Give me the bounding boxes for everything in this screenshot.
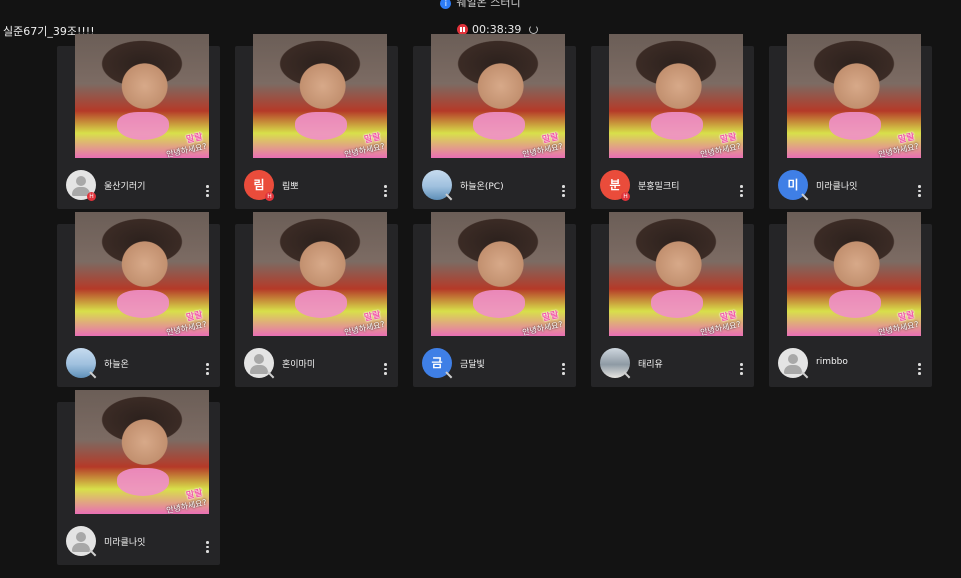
participant-tile[interactable]: 말랄 안녕하세요? 미 미라클나잇 <box>769 34 932 209</box>
mic-muted-icon <box>800 192 809 201</box>
participant-tile[interactable]: 말랄 안녕하세요? rimbbo <box>769 212 932 387</box>
mic-muted-icon <box>444 192 453 201</box>
host-badge-icon: H <box>87 192 96 201</box>
participant-name: 울산기러기 <box>104 182 146 192</box>
participant-video-image: 말랄 안녕하세요? <box>431 212 565 336</box>
more-options-icon[interactable] <box>206 541 209 554</box>
more-options-icon[interactable] <box>206 363 209 376</box>
bow-shape <box>473 112 525 140</box>
avatar-initial: 금 <box>431 356 443 370</box>
participant-name: 금달빛 <box>460 360 485 370</box>
window-title-text: 웨일온 스터디 <box>456 0 521 9</box>
avatar-initial: 분 <box>609 178 621 192</box>
bow-shape <box>295 290 347 318</box>
bow-shape <box>651 112 703 140</box>
participant-name: 하늘온(PC) <box>460 182 504 192</box>
participant-video-image: 말랄 안녕하세요? <box>75 34 209 158</box>
participant-tile[interactable]: 말랄 안녕하세요? 분 H 분홍밀크티 <box>591 34 754 209</box>
participant-video-image: 말랄 안녕하세요? <box>75 390 209 514</box>
bow-shape <box>829 112 881 140</box>
host-badge-icon: H <box>621 192 630 201</box>
participant-video-image: 말랄 안녕하세요? <box>787 212 921 336</box>
refresh-icon[interactable] <box>529 25 539 34</box>
more-options-icon[interactable] <box>918 185 921 198</box>
more-options-icon[interactable] <box>562 185 565 198</box>
participant-tile[interactable]: 말랄 안녕하세요? 태리유 <box>591 212 754 387</box>
bow-shape <box>117 290 169 318</box>
bow-shape <box>295 112 347 140</box>
participant-name: rimbbo <box>816 357 848 367</box>
mic-muted-icon <box>444 370 453 379</box>
participant-tile[interactable]: 말랄 안녕하세요? 금 금달빛 <box>413 212 576 387</box>
mic-muted-icon <box>88 370 97 379</box>
participant-video-image: 말랄 안녕하세요? <box>609 34 743 158</box>
more-options-icon[interactable] <box>740 363 743 376</box>
bow-shape <box>117 468 169 496</box>
participant-name: 하늘온 <box>104 360 129 370</box>
participant-tile[interactable]: 말랄 안녕하세요? 하늘온 <box>57 212 220 387</box>
more-options-icon[interactable] <box>384 363 387 376</box>
participant-video-image: 말랄 안녕하세요? <box>253 212 387 336</box>
more-options-icon[interactable] <box>206 185 209 198</box>
mic-muted-icon <box>88 548 97 557</box>
participant-tile[interactable]: 말랄 안녕하세요? 혼이마미 <box>235 212 398 387</box>
participant-tile[interactable]: 말랄 안녕하세요? H 울산기러기 <box>57 34 220 209</box>
participant-video-image: 말랄 안녕하세요? <box>787 34 921 158</box>
bow-shape <box>651 290 703 318</box>
participant-name: 혼이마미 <box>282 360 316 370</box>
mic-muted-icon <box>266 370 275 379</box>
participant-name: 태리유 <box>638 360 663 370</box>
more-options-icon[interactable] <box>918 363 921 376</box>
participant-name: 미라클나잇 <box>816 182 858 192</box>
more-options-icon[interactable] <box>384 185 387 198</box>
participant-video-image: 말랄 안녕하세요? <box>75 212 209 336</box>
host-badge-icon: H <box>265 192 274 201</box>
more-options-icon[interactable] <box>562 363 565 376</box>
participant-video-image: 말랄 안녕하세요? <box>431 34 565 158</box>
bow-shape <box>117 112 169 140</box>
more-options-icon[interactable] <box>740 185 743 198</box>
bow-shape <box>473 290 525 318</box>
mic-muted-icon <box>622 370 631 379</box>
participant-name: 림뽀 <box>282 182 299 192</box>
avatar-initial: 림 <box>253 178 265 192</box>
info-icon[interactable]: i <box>440 0 452 9</box>
participant-name: 미라클나잇 <box>104 538 146 548</box>
participant-video-image: 말랄 안녕하세요? <box>609 212 743 336</box>
bow-shape <box>829 290 881 318</box>
participant-tile[interactable]: 말랄 안녕하세요? 림 H 림뽀 <box>235 34 398 209</box>
participant-tile[interactable]: 말랄 안녕하세요? 미라클나잇 <box>57 390 220 565</box>
participant-tile[interactable]: 말랄 안녕하세요? 하늘온(PC) <box>413 34 576 209</box>
window-title: i 웨일온 스터디 <box>0 0 961 10</box>
participant-name: 분홍밀크티 <box>638 182 680 192</box>
mic-muted-icon <box>800 370 809 379</box>
participant-video-image: 말랄 안녕하세요? <box>253 34 387 158</box>
avatar-initial: 미 <box>787 178 799 192</box>
